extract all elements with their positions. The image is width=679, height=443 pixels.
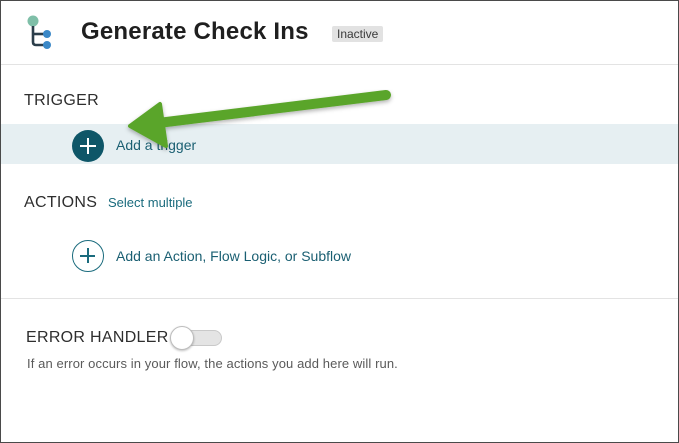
add-trigger-label[interactable]: Add a trigger bbox=[116, 137, 196, 153]
page-title: Generate Check Ins bbox=[81, 18, 309, 45]
section-divider bbox=[1, 298, 678, 299]
flow-designer-panel: Generate Check Ins Inactive TRIGGER Add … bbox=[0, 0, 679, 443]
add-trigger-button[interactable] bbox=[72, 130, 104, 162]
toggle-knob bbox=[170, 326, 194, 350]
add-action-label[interactable]: Add an Action, Flow Logic, or Subflow bbox=[116, 248, 351, 264]
flow-icon bbox=[27, 15, 51, 49]
error-handler-help-text: If an error occurs in your flow, the act… bbox=[27, 356, 398, 371]
header: Generate Check Ins Inactive bbox=[1, 1, 678, 65]
error-handler-toggle[interactable] bbox=[170, 326, 222, 350]
select-multiple-link[interactable]: Select multiple bbox=[108, 195, 193, 210]
status-badge: Inactive bbox=[332, 26, 384, 42]
trigger-heading: TRIGGER bbox=[24, 92, 99, 109]
actions-heading: ACTIONS bbox=[24, 194, 98, 211]
add-action-button[interactable] bbox=[72, 240, 104, 272]
error-handler-heading: ERROR HANDLER bbox=[26, 329, 169, 346]
